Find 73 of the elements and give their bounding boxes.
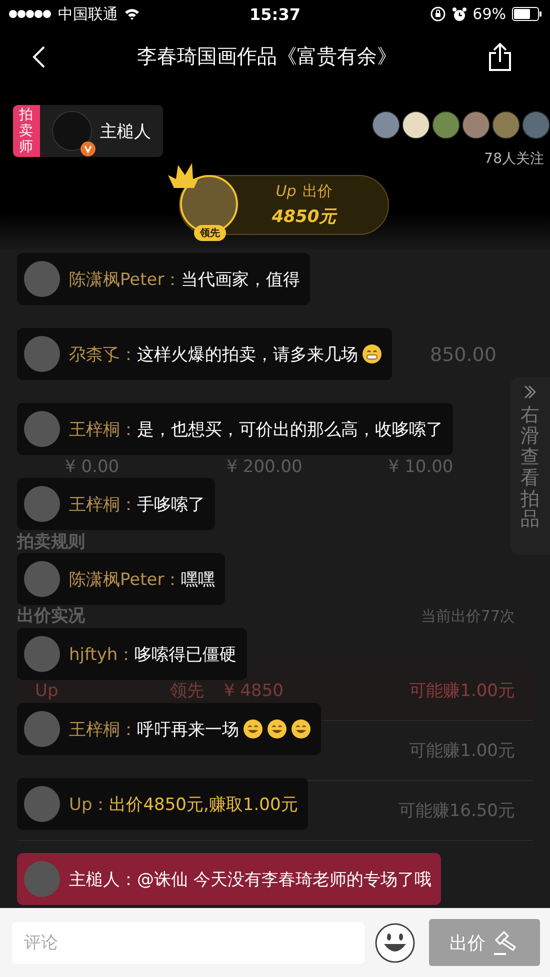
earning-text: 可能赚1.00元 [409, 680, 515, 702]
username: hjftyh： [69, 644, 135, 666]
smiley-icon [267, 719, 287, 739]
username: 陈潇枫Peter： [69, 568, 182, 590]
user-avatar [24, 861, 60, 897]
message-text: 当代画家，值得 [181, 268, 300, 290]
user-avatar [24, 561, 60, 597]
bidder-text: Up [35, 680, 60, 700]
earning-text: 可能赚1.00元 [409, 740, 515, 762]
bid-amount: 4850元 [272, 206, 336, 228]
section-heading: 出价实况 [17, 606, 85, 626]
alarm-icon [452, 6, 467, 22]
price-text: 850.00 [430, 345, 496, 365]
smiley-icon [291, 719, 311, 739]
price-step-text: ¥ 10.00 [388, 457, 454, 477]
page-title: 李春琦国画作品《富贵有余》 [137, 43, 397, 70]
user-avatar [24, 486, 60, 522]
username: 王梓桐： [69, 418, 137, 440]
host-avatar [52, 111, 92, 151]
user-avatar [24, 411, 60, 447]
user-avatar [24, 711, 60, 747]
message-text: 出价4850元,赚取1.00元 [109, 794, 298, 816]
signal-icon [8, 9, 52, 19]
status-text: 领先 [170, 680, 204, 700]
user-avatar [24, 336, 60, 372]
earning-text: 可能赚16.50元 [398, 800, 515, 822]
message-text: 手哆嗦了 [137, 494, 205, 516]
message-text: 嘿嘿 [181, 568, 216, 590]
username: 陈潇枫Peter： [69, 268, 182, 290]
role-tag: 拍卖师 [13, 105, 40, 157]
username: Up： [69, 794, 110, 816]
smiley-icon [362, 344, 382, 364]
follower-avatar[interactable] [372, 111, 400, 139]
back-icon[interactable] [32, 44, 46, 68]
username: 主槌人： [69, 868, 137, 890]
clock-text: 15:37 [250, 4, 300, 24]
bid-count-text: 当前出价77次 [420, 606, 515, 626]
message-text: 呼吁再来一场 [137, 718, 239, 740]
message-text: 这样火爆的拍卖，请多来几场 [137, 344, 358, 366]
bidder-name: Up [276, 182, 296, 200]
username: 尕柰孓： [69, 344, 137, 366]
crown-icon [166, 161, 200, 189]
username: 王梓桐： [69, 494, 137, 516]
double-chevron-icon [523, 385, 537, 399]
section-heading: 拍卖规则 [16, 532, 86, 552]
emoji-icon[interactable] [374, 922, 415, 962]
bid-label: 出价 [302, 182, 332, 201]
bid-button[interactable]: 出价 [428, 919, 540, 966]
smiley-icon [243, 719, 263, 739]
battery-icon [512, 7, 542, 21]
price-step-text: ¥ 0.00 [65, 457, 120, 477]
leading-badge: 领先 [194, 225, 226, 241]
amount-text: ¥ 4850 [224, 680, 284, 700]
comment-field[interactable]: 评论 [12, 922, 365, 964]
wifi-icon [124, 8, 140, 20]
message-text: @诛仙 今天没有李春琦老师的专场了哦 [137, 868, 432, 890]
username: 王梓桐： [69, 718, 137, 740]
share-icon[interactable] [488, 42, 512, 70]
host-name: 主槌人 [100, 120, 151, 142]
message-text: 哆嗦得已僵硬 [134, 644, 237, 666]
user-avatar [24, 786, 60, 822]
carrier-text: 中国联通 [58, 4, 118, 24]
user-avatar [24, 636, 60, 672]
follower-avatar[interactable] [402, 111, 430, 139]
rotation-lock-icon [430, 6, 446, 22]
price-step-text: ¥ 200.00 [226, 457, 304, 477]
message-text: 是，也想买，可价出的那么高，收哆嗦了 [137, 418, 443, 440]
side-tab-label: 右滑查看拍品 [520, 405, 540, 530]
battery-text: 69% [472, 5, 506, 23]
user-avatar [24, 261, 60, 297]
side-tab[interactable]: 右滑查看拍品 [510, 377, 550, 555]
host-card[interactable]: 拍卖师 主槌人 [13, 105, 163, 157]
follower-count: 78人关注 [484, 150, 544, 168]
